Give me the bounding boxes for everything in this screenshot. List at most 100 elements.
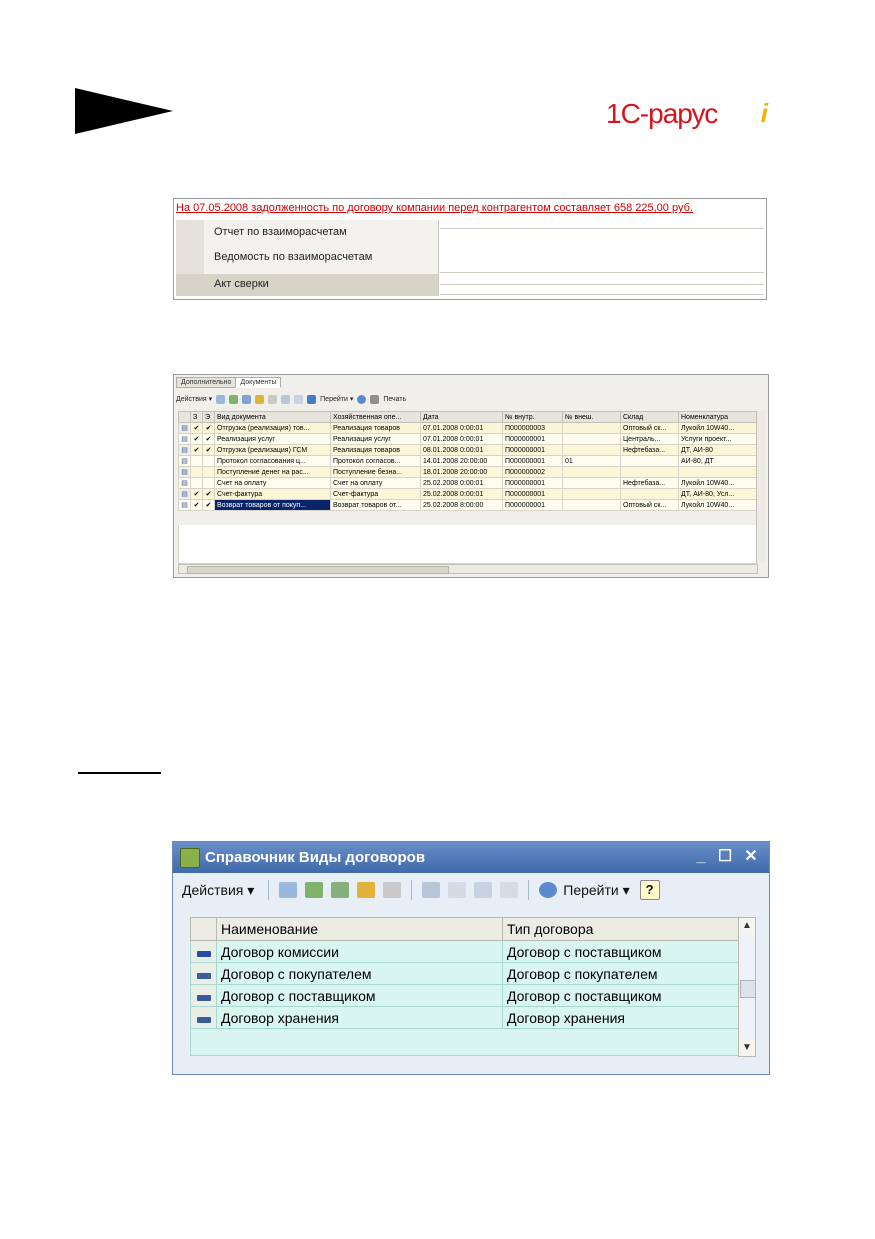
column-header[interactable]: З	[190, 411, 203, 423]
add-icon[interactable]	[279, 882, 298, 898]
filter-icon[interactable]	[422, 882, 441, 898]
refresh-icon[interactable]	[357, 394, 367, 404]
close-button[interactable]: ✕	[742, 848, 760, 866]
filter-icon[interactable]	[281, 394, 291, 404]
table-header-row: З Э Вид документа Хозяйственная опе... Д…	[178, 411, 757, 423]
add-icon[interactable]	[216, 394, 226, 404]
scroll-up-icon[interactable]: ▲	[739, 918, 755, 934]
tab-additional[interactable]: Дополнительно	[176, 377, 237, 388]
title-bar[interactable]: Справочник Виды договоров _ ☐ ✕	[173, 842, 769, 873]
menu-item-reconciliation-act[interactable]: Акт сверки	[176, 274, 438, 296]
column-header-type[interactable]: Тип договора	[502, 917, 739, 941]
contract-type-cell: Договор с покупателем	[502, 962, 739, 985]
menu-item-settlements-statement[interactable]: Ведомость по взаиморасчетам	[214, 251, 372, 263]
exported-check: ✔	[202, 422, 215, 434]
actions-menu-button[interactable]: Действия ▾	[182, 882, 254, 899]
table-row[interactable]: ▤ Поступление денег на рас... Поступление …	[178, 466, 757, 478]
posted-check: ✔	[190, 499, 203, 511]
table-row[interactable]: ▤ ✔ ✔ Отгрузка (реализация) тов... Реализаци…	[178, 422, 757, 434]
list-item[interactable]: Договор комиссии Договор с поставщиком	[190, 940, 739, 963]
table-row[interactable]: ▤ ✔ ✔ Реализация услуг Реализация услуг 07.01…	[178, 433, 757, 445]
copy-icon[interactable]	[331, 882, 350, 898]
table-row[interactable]: ▤ ✔ ✔ Отгрузка (реализация) ГСМ Реализация т…	[178, 444, 757, 456]
external-number-cell	[562, 422, 621, 434]
sort-icon[interactable]	[474, 882, 493, 898]
table-row[interactable]: ▤ ✔ ✔ Возврат товаров от покуп... Возврат то…	[178, 499, 757, 511]
copy-icon[interactable]	[242, 394, 252, 404]
list-item[interactable]: Договор с поставщиком Договор с поставщик…	[190, 984, 739, 1007]
sort-off-icon[interactable]	[500, 882, 519, 898]
column-header[interactable]: Вид документа	[214, 411, 331, 423]
date-cell: 07.01.2008 0:00:01	[420, 422, 503, 434]
go-menu-button[interactable]: Перейти ▾	[563, 882, 629, 899]
tab-documents[interactable]: Документы	[235, 377, 282, 388]
posted-check	[190, 477, 203, 489]
vertical-scrollbar[interactable]: ▲ ▼	[738, 917, 756, 1057]
external-number-cell	[562, 433, 621, 445]
list-item[interactable]: Договор с покупателем Договор с покупател…	[190, 962, 739, 985]
scroll-thumb[interactable]	[187, 566, 449, 574]
help-icon[interactable]: ?	[639, 880, 660, 900]
column-header[interactable]: Номенклатура	[678, 411, 757, 423]
exported-check: ✔	[202, 499, 215, 511]
internal-number-cell: П000000001	[502, 433, 563, 445]
external-number-cell	[562, 499, 621, 511]
documents-screenshot: Дополнительно Документы Действия ▾ Перейт…	[173, 374, 769, 578]
vertical-scrollbar[interactable]	[756, 411, 766, 563]
filter-off-icon[interactable]	[448, 882, 467, 898]
context-menu-screenshot: На 07.05.2008 задолженность по договору …	[173, 198, 767, 300]
go-menu-button[interactable]: Перейти ▾	[320, 395, 353, 403]
scroll-thumb[interactable]	[740, 980, 756, 998]
structure-icon[interactable]	[307, 394, 317, 404]
column-header-name[interactable]: Наименование	[216, 917, 503, 941]
external-number-cell	[562, 466, 621, 478]
scroll-down-icon[interactable]: ▼	[739, 1040, 755, 1056]
toolbar-separator	[268, 880, 270, 900]
grid-background	[440, 220, 764, 296]
column-header[interactable]: Э	[202, 411, 215, 423]
print-icon	[370, 394, 380, 404]
debt-warning-link[interactable]: На 07.05.2008 задолженность по договору …	[176, 202, 693, 214]
menu-item-settlements-report[interactable]: Отчет по взаиморасчетам	[214, 226, 347, 238]
column-header[interactable]	[178, 411, 191, 423]
delete-icon[interactable]	[268, 394, 278, 404]
edit-icon[interactable]	[255, 394, 265, 404]
actions-menu-button[interactable]: Действия ▾	[176, 395, 212, 403]
column-header[interactable]: Склад	[620, 411, 679, 423]
delete-icon[interactable]	[383, 882, 402, 898]
menu-item-label: Акт сверки	[214, 278, 269, 290]
column-header[interactable]: Хозяйственная опе...	[330, 411, 421, 423]
column-header[interactable]: № внеш.	[562, 411, 621, 423]
sort-icon[interactable]	[294, 394, 304, 404]
document-kind: Протокол согласования ц...	[214, 455, 331, 467]
add-group-icon[interactable]	[229, 394, 239, 404]
stock-cell: Нефтебаза...	[620, 477, 679, 489]
posted-check: ✔	[190, 433, 203, 445]
exported-check	[202, 477, 215, 489]
exported-check: ✔	[202, 433, 215, 445]
document-kind: Счет-фактура	[214, 488, 331, 500]
horizontal-scrollbar[interactable]	[178, 564, 758, 574]
table-row[interactable]: ▤ Счет на оплату Счет на оплату 25.02.2008 …	[178, 477, 757, 489]
posted-check	[190, 455, 203, 467]
list-item[interactable]: Договор хранения Договор хранения	[190, 1006, 739, 1029]
print-button[interactable]: Печать	[383, 396, 406, 403]
add-group-icon[interactable]	[305, 882, 324, 898]
column-header[interactable]: Дата	[420, 411, 503, 423]
internal-number-cell: П000000002	[502, 466, 563, 478]
maximize-button[interactable]: ☐	[716, 848, 734, 866]
table-row[interactable]: ▤ ✔ ✔ Счет-фактура Счет-фактура 25.02.2008 0:…	[178, 488, 757, 500]
column-header[interactable]: № внутр.	[502, 411, 563, 423]
external-number-cell	[562, 444, 621, 456]
refresh-icon[interactable]	[539, 882, 558, 898]
toolbar-separator	[528, 880, 530, 900]
table-row[interactable]: ▤ Протокол согласования ц... Протокол согл…	[178, 455, 757, 467]
contract-name-cell: Договор комиссии	[216, 940, 503, 963]
posted-check: ✔	[190, 444, 203, 456]
internal-number-cell: П000000001	[502, 488, 563, 500]
current-row-icon	[190, 940, 217, 963]
document-icon: ▤	[178, 455, 191, 467]
edit-icon[interactable]	[357, 882, 376, 898]
minimize-button[interactable]: _	[692, 848, 710, 866]
operation-cell: Реализация услуг	[330, 433, 421, 445]
